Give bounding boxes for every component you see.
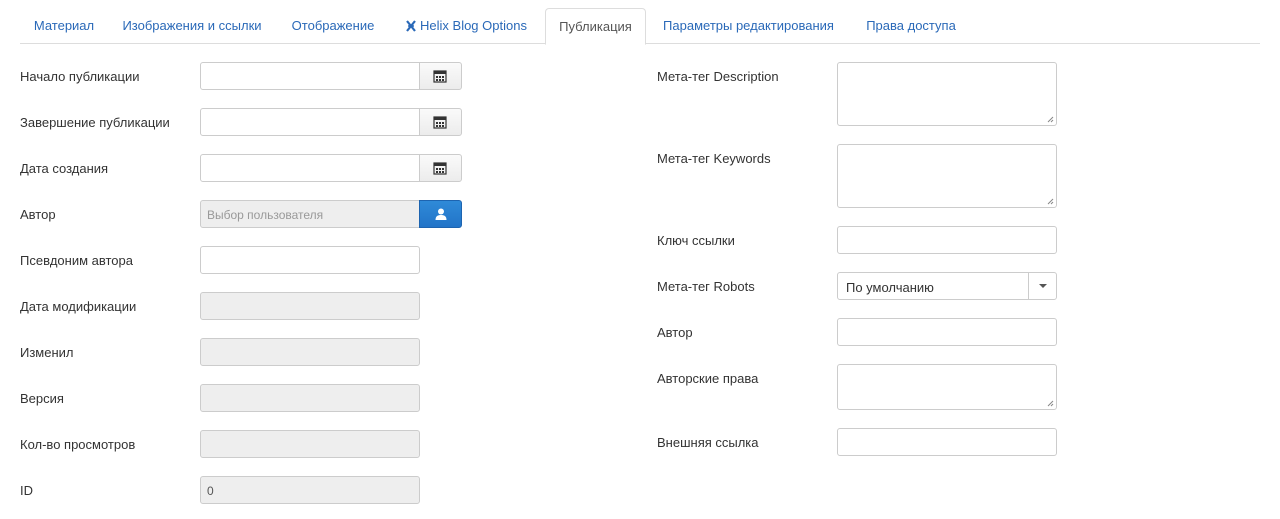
hits-label: Кол-во просмотров <box>20 437 136 452</box>
select-user-button[interactable] <box>419 200 462 228</box>
version-input <box>200 384 420 412</box>
meta-description-textarea[interactable] <box>837 62 1057 126</box>
tab-images-links[interactable]: Изображения и ссылки <box>112 8 272 44</box>
tab-editing-options[interactable]: Параметры редактирования <box>656 8 841 44</box>
tab-label: Публикация <box>559 19 632 34</box>
tab-publishing[interactable]: Публикация <box>545 8 646 45</box>
author-label: Автор <box>20 207 56 222</box>
author-select-input[interactable]: Выбор пользователя <box>200 200 420 228</box>
tab-permissions[interactable]: Права доступа <box>858 8 964 44</box>
meta-description-label: Мета-тег Description <box>657 69 779 84</box>
publish-down-calendar-button[interactable] <box>419 108 462 136</box>
publish-up-input[interactable] <box>200 62 420 90</box>
publish-down-input[interactable] <box>200 108 420 136</box>
dropdown-toggle[interactable] <box>1028 273 1056 299</box>
external-link-input[interactable] <box>837 428 1057 456</box>
rights-textarea[interactable] <box>837 364 1057 410</box>
resize-grip-icon[interactable] <box>1047 400 1054 407</box>
xreference-input[interactable] <box>837 226 1057 254</box>
helix-icon <box>405 10 417 46</box>
tab-helix-blog-options[interactable]: Helix Blog Options <box>398 8 534 44</box>
external-link-label: Внешняя ссылка <box>657 435 759 450</box>
tab-label: Отображение <box>291 18 375 33</box>
meta-author-input[interactable] <box>837 318 1057 346</box>
created-label: Дата создания <box>20 161 109 176</box>
publish-up-label: Начало публикации <box>20 69 140 84</box>
author-alias-label: Псевдоним автора <box>20 253 133 268</box>
modified-by-input <box>200 338 420 366</box>
meta-keywords-textarea[interactable] <box>837 144 1057 208</box>
id-input: 0 <box>200 476 420 504</box>
meta-robots-selected: По умолчанию <box>846 280 934 295</box>
author-placeholder: Выбор пользователя <box>207 208 324 222</box>
publish-down-label: Завершение публикации <box>20 115 170 130</box>
meta-keywords-label: Мета-тег Keywords <box>657 151 771 166</box>
meta-robots-label: Мета-тег Robots <box>657 279 755 294</box>
resize-grip-icon[interactable] <box>1047 198 1054 205</box>
tab-label: Изображения и ссылки <box>122 18 262 33</box>
tab-label: Параметры редактирования <box>663 18 834 33</box>
tab-bar: Материал Изображения и ссылки Отображени… <box>20 8 1260 45</box>
tab-label: Права доступа <box>866 18 956 33</box>
resize-grip-icon[interactable] <box>1047 116 1054 123</box>
tab-display[interactable]: Отображение <box>283 8 383 44</box>
hits-input <box>200 430 420 458</box>
meta-author-label: Автор <box>657 325 693 340</box>
tab-material[interactable]: Материал <box>20 8 108 44</box>
created-input[interactable] <box>200 154 420 182</box>
chevron-down-icon <box>1039 284 1047 288</box>
publish-up-calendar-button[interactable] <box>419 62 462 90</box>
modified-by-label: Изменил <box>20 345 74 360</box>
rights-label: Авторские права <box>657 371 759 386</box>
meta-robots-select[interactable]: По умолчанию <box>837 272 1057 300</box>
modified-label: Дата модификации <box>20 299 137 314</box>
version-label: Версия <box>20 391 64 406</box>
modified-input <box>200 292 420 320</box>
author-alias-input[interactable] <box>200 246 420 274</box>
id-label: ID <box>20 483 33 498</box>
tab-label: Материал <box>33 18 95 33</box>
id-value: 0 <box>207 484 214 498</box>
xreference-label: Ключ ссылки <box>657 233 735 248</box>
tab-label: Helix Blog Options <box>420 18 527 33</box>
created-calendar-button[interactable] <box>419 154 462 182</box>
